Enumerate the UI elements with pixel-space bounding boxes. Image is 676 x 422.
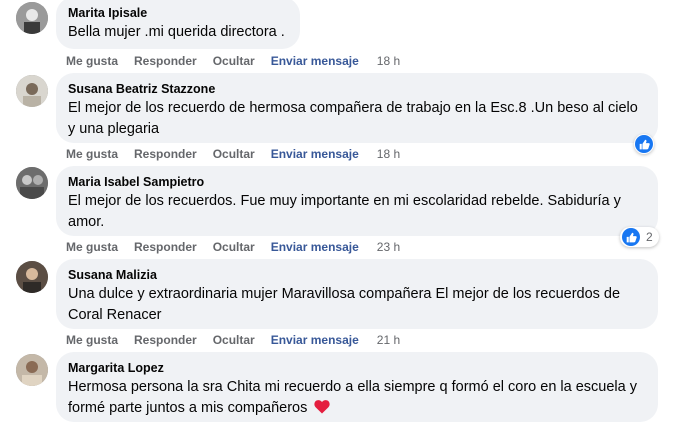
comment-text: Hermosa persona la sra Chita mi recuerdo…: [68, 377, 646, 419]
comment-text: Una dulce y extraordinaria mujer Maravil…: [68, 284, 646, 326]
like-button[interactable]: Me gusta: [66, 333, 118, 347]
comment-timestamp[interactable]: 21 h: [377, 333, 400, 347]
like-button[interactable]: Me gusta: [66, 54, 118, 68]
comment-text-line: formé parte juntos a mis compañeros: [68, 398, 646, 419]
reply-button[interactable]: Responder: [134, 333, 197, 347]
hide-button[interactable]: Ocultar: [213, 54, 255, 68]
avatar[interactable]: [16, 354, 48, 386]
avatar[interactable]: [16, 261, 48, 293]
comment-actions: Me gusta Responder Ocultar Enviar mensaje 18…: [66, 53, 416, 69]
comment-text: El mejor de los recuerdos. Fue muy impor…: [68, 191, 646, 233]
comment-author[interactable]: Margarita Lopez: [68, 360, 646, 376]
red-heart-icon: [314, 400, 331, 414]
comment-text-line: Una dulce y extraordinaria mujer Maravil…: [68, 286, 621, 302]
comment-text-line: El mejor de los recuerdos. Fue muy impor…: [68, 193, 621, 209]
like-icon: [622, 228, 640, 246]
comment-text-line: Hermosa persona la sra Chita mi recuerdo…: [68, 379, 637, 395]
avatar[interactable]: [16, 167, 48, 199]
like-icon: [635, 135, 653, 153]
avatar[interactable]: [16, 2, 48, 34]
comment-text-fragment: formé parte juntos a mis compañeros: [68, 400, 308, 416]
reply-button[interactable]: Responder: [134, 54, 197, 68]
comment-bubble: Maria Isabel Sampietro El mejor de los r…: [56, 166, 658, 236]
comment-bubble: Susana Beatriz Stazzone El mejor de los …: [56, 73, 658, 143]
send-message-button[interactable]: Enviar mensaje: [271, 147, 359, 161]
avatar[interactable]: [16, 75, 48, 107]
comment-text-line: amor.: [68, 214, 105, 230]
comment-actions: Me gusta Responder Ocultar Enviar mensaje 18…: [66, 146, 416, 162]
comment-text-line: y una plegaria: [68, 121, 160, 137]
comment-actions: Me gusta Responder Ocultar Enviar mensaje 21…: [66, 332, 416, 348]
comment-text-line: El mejor de los recuerdo de hermosa comp…: [68, 100, 638, 116]
reply-button[interactable]: Responder: [134, 147, 197, 161]
comment-author[interactable]: Maria Isabel Sampietro: [68, 174, 646, 190]
reaction-badge[interactable]: 2: [620, 227, 659, 247]
comment-text: El mejor de los recuerdo de hermosa comp…: [68, 98, 646, 140]
reaction-count: 2: [646, 230, 653, 244]
like-button[interactable]: Me gusta: [66, 147, 118, 161]
comment-bubble: Margarita Lopez Hermosa persona la sra C…: [56, 352, 658, 422]
send-message-button[interactable]: Enviar mensaje: [271, 240, 359, 254]
hide-button[interactable]: Ocultar: [213, 240, 255, 254]
send-message-button[interactable]: Enviar mensaje: [271, 333, 359, 347]
comment-author[interactable]: Susana Beatriz Stazzone: [68, 81, 646, 97]
comment-bubble: Susana Malizia Una dulce y extraordinari…: [56, 259, 658, 329]
send-message-button[interactable]: Enviar mensaje: [271, 54, 359, 68]
comment-timestamp[interactable]: 18 h: [377, 54, 400, 68]
reaction-badge[interactable]: [634, 134, 654, 154]
comment-bubble: Marita Ipisale Bella mujer .mi querida d…: [56, 0, 300, 49]
hide-button[interactable]: Ocultar: [213, 333, 255, 347]
comment-actions: Me gusta Responder Ocultar Enviar mensaje 23…: [66, 239, 416, 255]
comment-author[interactable]: Susana Malizia: [68, 267, 646, 283]
reply-button[interactable]: Responder: [134, 240, 197, 254]
hide-button[interactable]: Ocultar: [213, 147, 255, 161]
comment-text: Bella mujer .mi querida directora .: [68, 24, 285, 40]
like-button[interactable]: Me gusta: [66, 240, 118, 254]
comment-author[interactable]: Marita Ipisale: [68, 5, 288, 21]
comment-timestamp[interactable]: 18 h: [377, 147, 400, 161]
comment-text-line: Coral Renacer: [68, 307, 162, 323]
comment-timestamp[interactable]: 23 h: [377, 240, 400, 254]
